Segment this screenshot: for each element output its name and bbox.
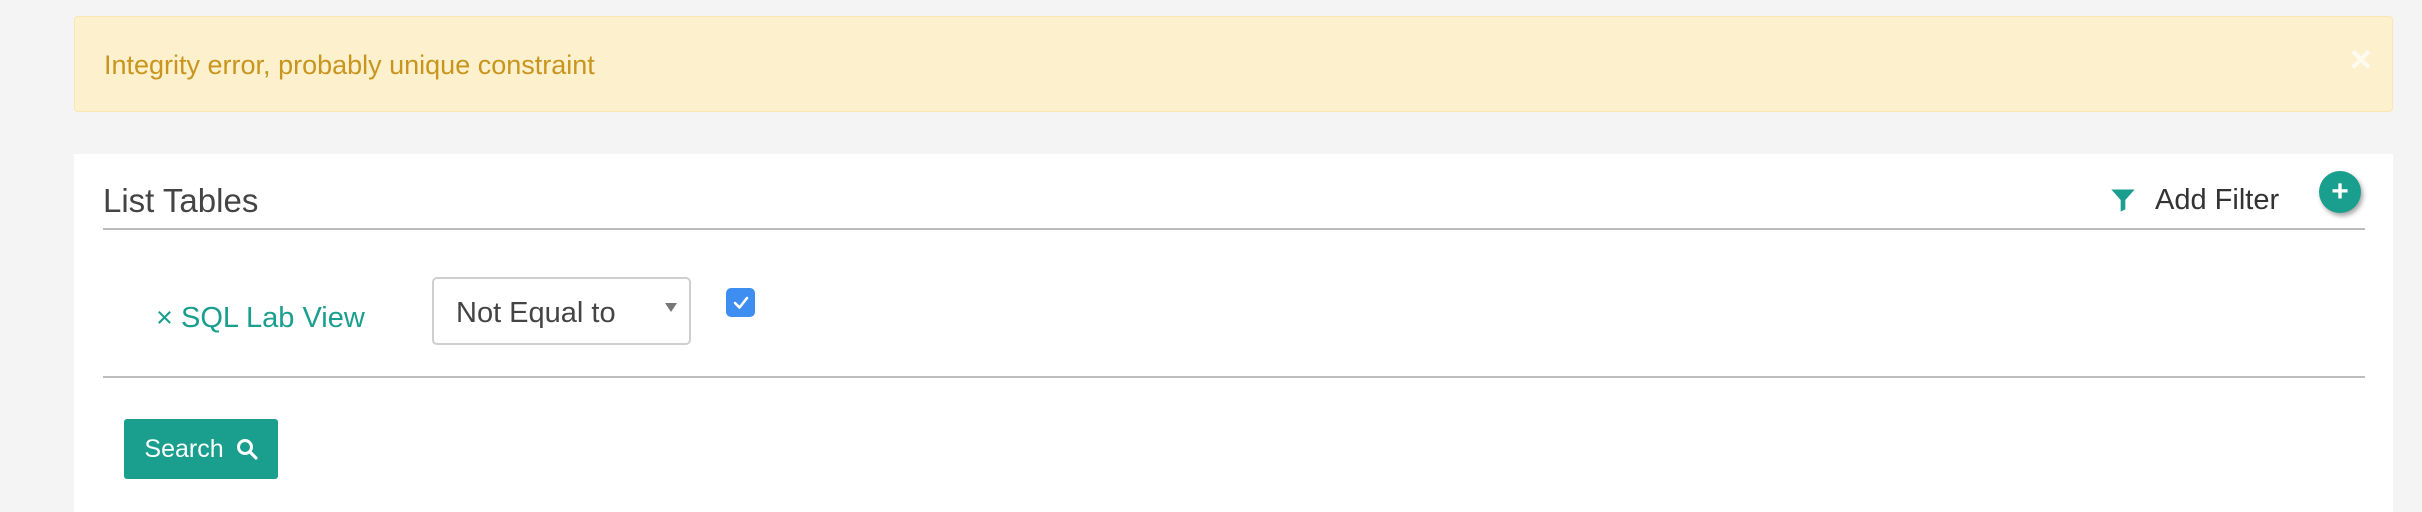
checkmark-icon bbox=[733, 296, 748, 309]
list-panel: List Tables Add Filter + × SQL Lab View … bbox=[74, 154, 2393, 512]
add-filter-button[interactable]: Add Filter bbox=[2109, 180, 2279, 220]
remove-filter-link[interactable]: × SQL Lab View bbox=[156, 302, 365, 335]
header-divider bbox=[103, 228, 2365, 230]
search-icon bbox=[236, 439, 258, 460]
filter-operator-select[interactable]: Not Equal to bbox=[432, 277, 691, 345]
search-button[interactable]: Search bbox=[124, 419, 278, 479]
search-button-label: Search bbox=[144, 434, 224, 463]
filter-value-checkbox[interactable] bbox=[726, 288, 755, 317]
add-filter-label: Add Filter bbox=[2155, 183, 2280, 216]
panel-title: List Tables bbox=[103, 182, 259, 219]
filter-operator-value: Not Equal to bbox=[456, 297, 616, 329]
filter-divider bbox=[103, 376, 2365, 378]
add-record-button[interactable]: + bbox=[2319, 171, 2361, 213]
filter-icon bbox=[2111, 189, 2135, 212]
caret-down-icon bbox=[665, 303, 677, 312]
alert-warning: Integrity error, probably unique constra… bbox=[74, 16, 2393, 112]
alert-close-button[interactable]: × bbox=[2350, 41, 2372, 79]
alert-message: Integrity error, probably unique constra… bbox=[104, 50, 595, 80]
